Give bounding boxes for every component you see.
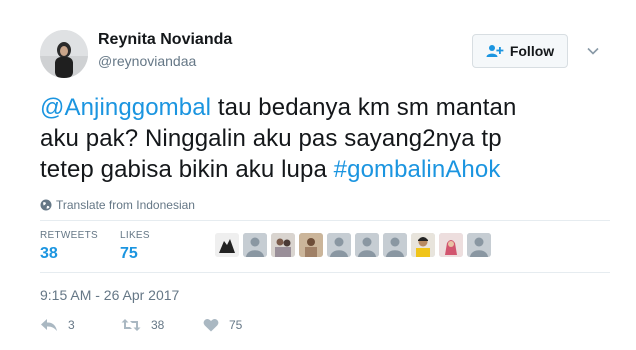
default-avatar-icon bbox=[243, 233, 267, 257]
like-count: 75 bbox=[229, 318, 243, 332]
user-handle[interactable]: @reynoviandaa bbox=[98, 53, 196, 69]
default-avatar-icon bbox=[467, 233, 491, 257]
follow-button[interactable]: Follow bbox=[472, 34, 568, 68]
translate-label: Translate from Indonesian bbox=[56, 198, 195, 212]
default-avatar-icon bbox=[327, 233, 351, 257]
reply-button[interactable]: 3 bbox=[40, 318, 75, 332]
liker-avatars bbox=[215, 233, 491, 257]
heart-icon bbox=[203, 319, 219, 332]
liker-photo bbox=[439, 233, 463, 257]
chevron-down-icon bbox=[587, 47, 599, 55]
likes-stat[interactable]: LIKES 75 bbox=[120, 230, 150, 263]
likes-label: LIKES bbox=[120, 230, 150, 241]
tweet-text-line3: tetep gabisa bikin aku lupa bbox=[40, 156, 334, 183]
tweet-text-line1: tau bedanya km sm mantan bbox=[211, 94, 517, 121]
liker-avatar[interactable] bbox=[327, 233, 351, 257]
liker-avatar[interactable] bbox=[355, 233, 379, 257]
retweet-icon bbox=[121, 319, 141, 331]
liker-photo bbox=[299, 233, 323, 257]
liker-avatar[interactable] bbox=[467, 233, 491, 257]
reply-count: 3 bbox=[68, 318, 75, 332]
tweet-text-line2: aku pak? Ninggalin aku pas sayang2nya tp bbox=[40, 125, 502, 152]
liker-avatar[interactable] bbox=[215, 233, 239, 257]
liker-avatar[interactable] bbox=[243, 233, 267, 257]
divider-top bbox=[40, 220, 610, 221]
like-button[interactable]: 75 bbox=[203, 318, 242, 332]
retweets-label: RETWEETS bbox=[40, 230, 98, 241]
follow-user-icon bbox=[486, 45, 504, 57]
reply-icon bbox=[41, 319, 57, 331]
retweets-stat[interactable]: RETWEETS 38 bbox=[40, 230, 98, 263]
liker-avatar[interactable] bbox=[439, 233, 463, 257]
translate-link[interactable]: Translate from Indonesian bbox=[40, 198, 195, 212]
divider-middle bbox=[40, 272, 610, 273]
mention-link[interactable]: @Anjinggombal bbox=[40, 94, 211, 121]
hashtag-link[interactable]: #gombalinAhok bbox=[334, 156, 501, 183]
tweet-timestamp[interactable]: 9:15 AM - 26 Apr 2017 bbox=[40, 287, 179, 303]
more-menu-button[interactable] bbox=[586, 44, 600, 58]
tweet-text: @Anjinggombal tau bedanya km sm mantan a… bbox=[40, 92, 610, 185]
liker-photo bbox=[215, 233, 239, 257]
globe-icon bbox=[40, 199, 52, 211]
follow-label: Follow bbox=[509, 43, 555, 59]
liker-photo bbox=[271, 233, 295, 257]
liker-photo bbox=[411, 233, 435, 257]
retweet-button[interactable]: 38 bbox=[121, 318, 164, 332]
retweets-value: 38 bbox=[40, 245, 58, 262]
liker-avatar[interactable] bbox=[383, 233, 407, 257]
liker-avatar[interactable] bbox=[299, 233, 323, 257]
user-avatar[interactable] bbox=[40, 30, 88, 78]
liker-avatar[interactable] bbox=[271, 233, 295, 257]
default-avatar-icon bbox=[355, 233, 379, 257]
user-name[interactable]: Reynita Novianda bbox=[98, 31, 232, 49]
retweet-count: 38 bbox=[151, 318, 165, 332]
default-avatar-icon bbox=[383, 233, 407, 257]
likes-value: 75 bbox=[120, 245, 138, 262]
liker-avatar[interactable] bbox=[411, 233, 435, 257]
avatar-photo bbox=[40, 30, 88, 78]
